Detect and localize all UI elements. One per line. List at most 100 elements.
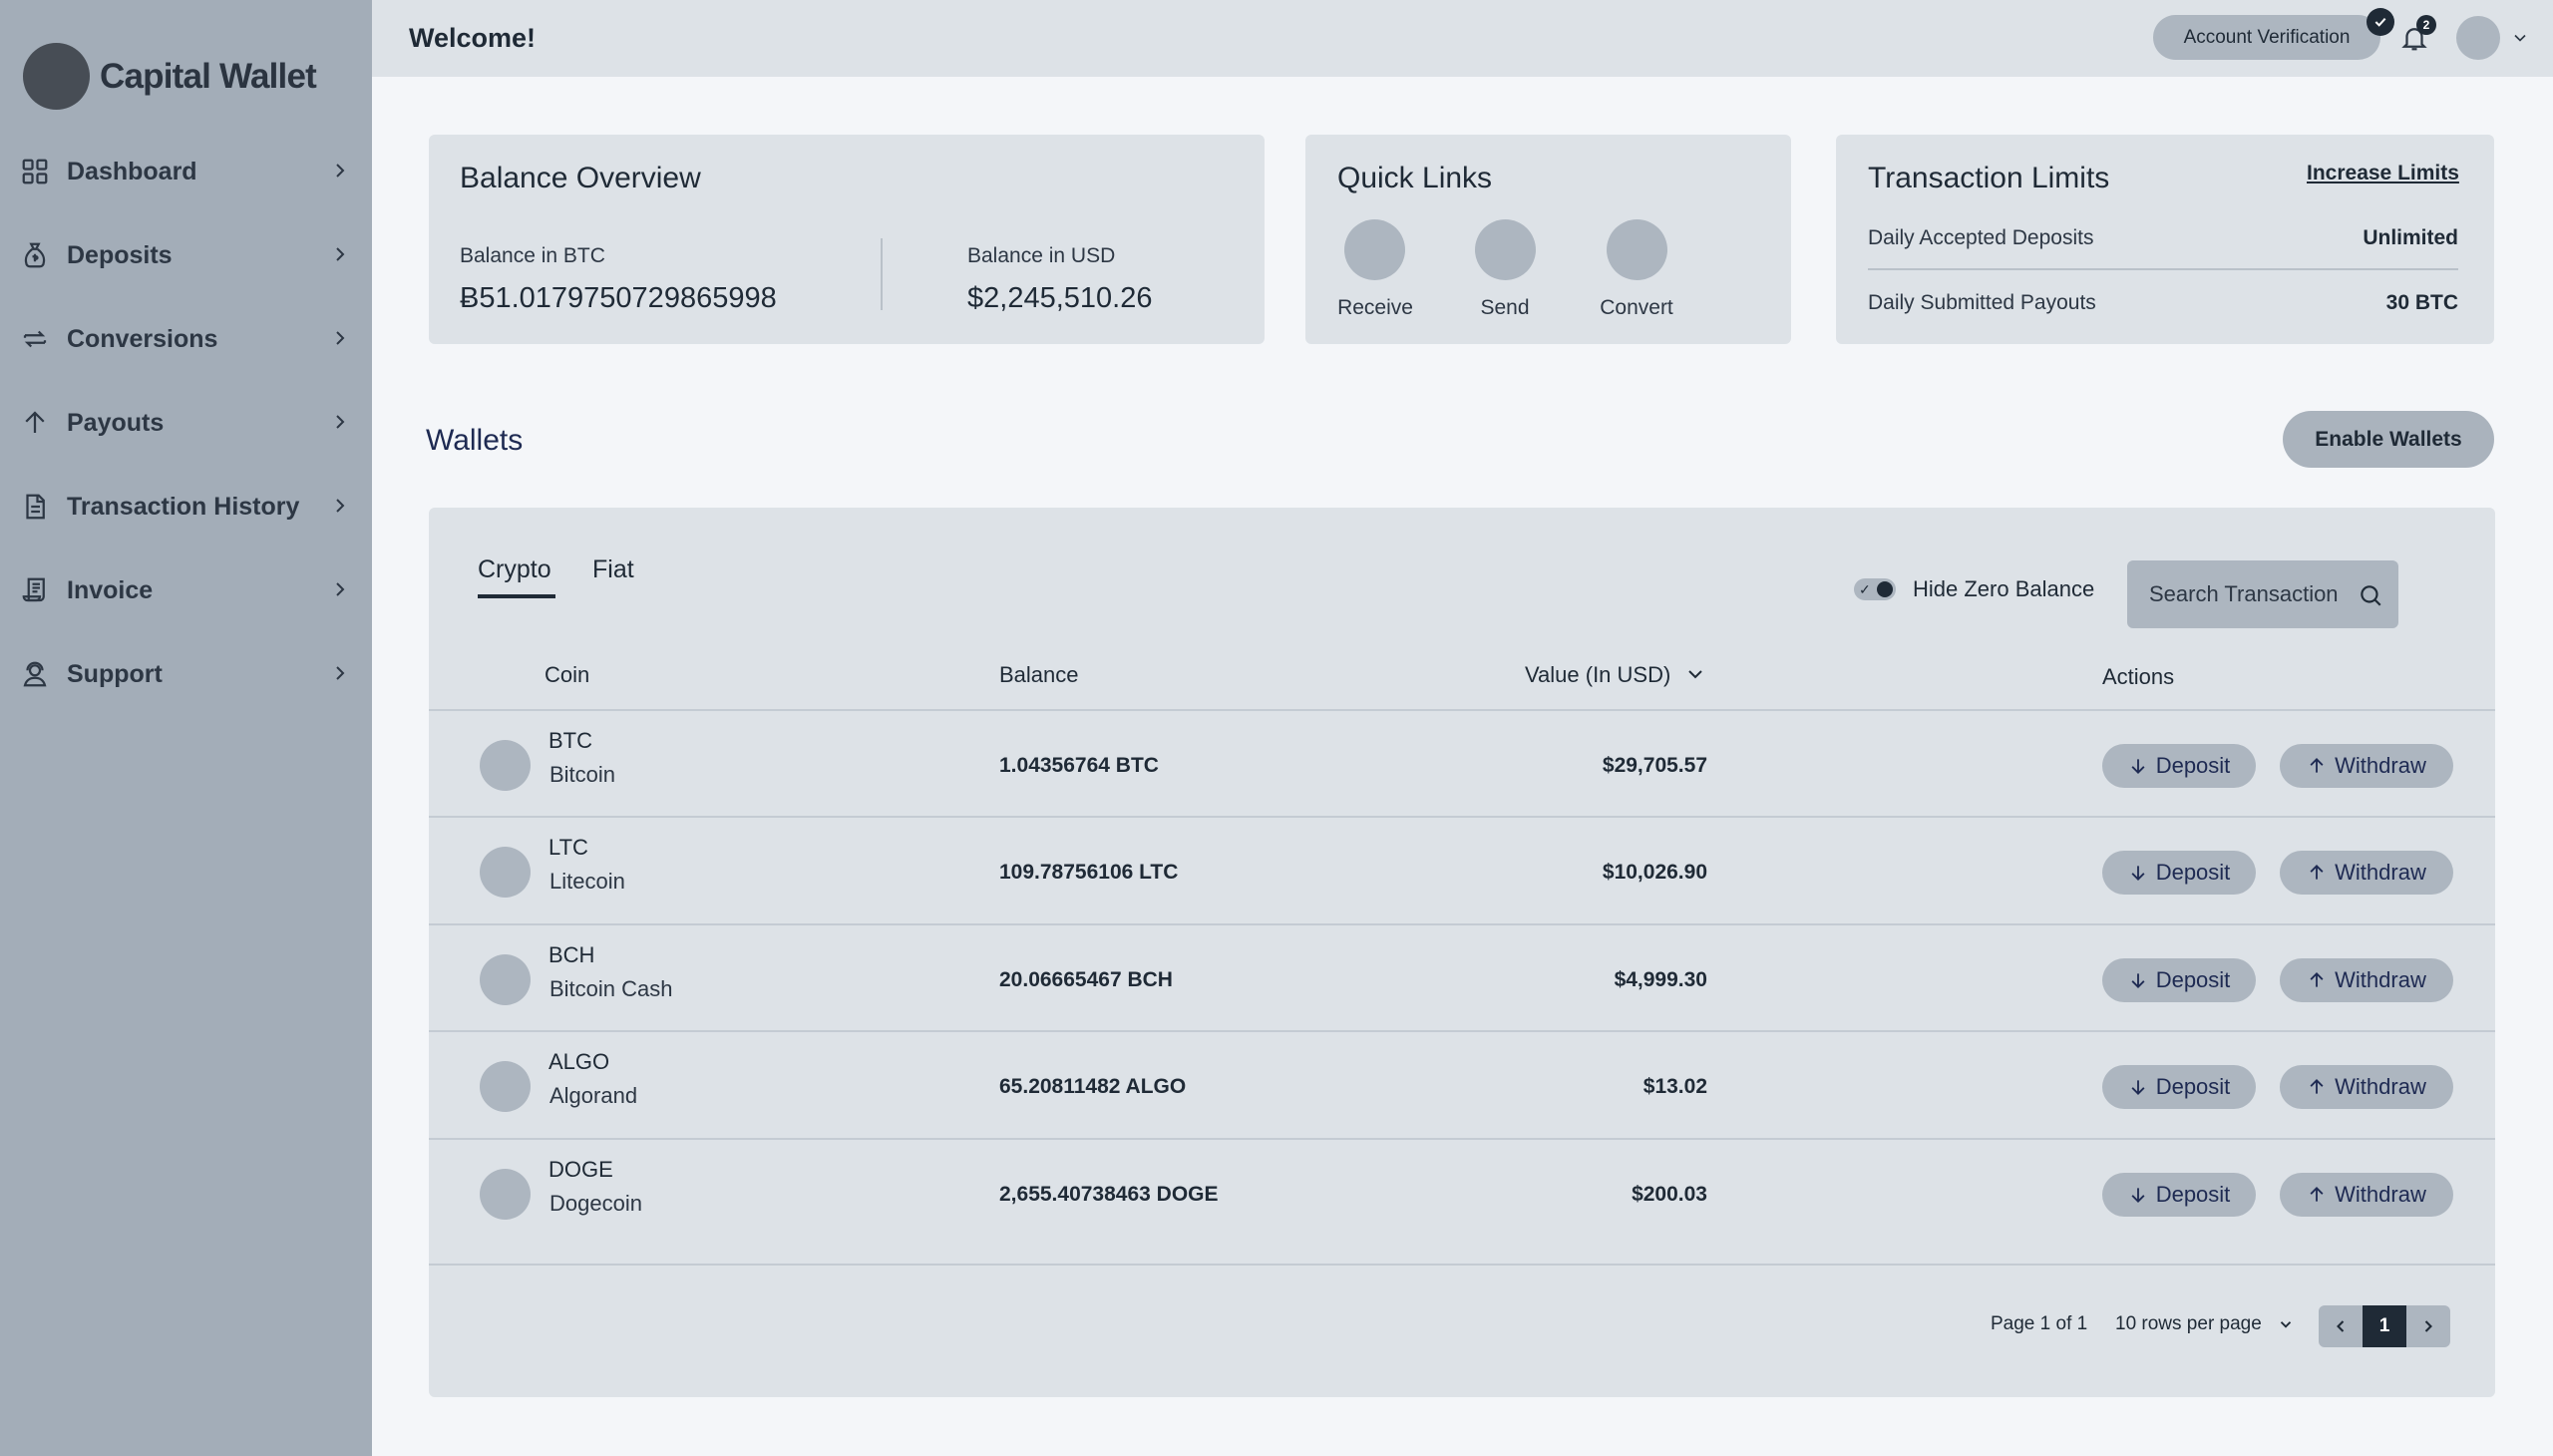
sidebar-item-label: Conversions	[67, 324, 218, 353]
top-header: Welcome! Account Verification 2	[372, 0, 2553, 77]
transaction-limits-card: Transaction Limits Increase Limits Daily…	[1836, 135, 2494, 344]
deposit-button[interactable]: Deposit	[2102, 1065, 2256, 1109]
brand-name: Capital Wallet	[100, 56, 317, 96]
chevron-down-icon[interactable]	[2510, 28, 2530, 48]
coin-balance: 1.04356764 BTC	[999, 754, 1159, 777]
coin-name: Bitcoin	[549, 762, 616, 787]
send-icon	[1475, 219, 1536, 280]
hide-zero-balance-label: Hide Zero Balance	[1913, 576, 2095, 601]
chevron-right-icon	[336, 331, 345, 345]
withdraw-button[interactable]: Withdraw	[2280, 1065, 2453, 1109]
sidebar-item-deposits[interactable]: Deposits	[0, 213, 372, 297]
withdraw-label: Withdraw	[2335, 1074, 2426, 1099]
coin-symbol: DOGE	[548, 1157, 613, 1182]
sidebar-item-label: Deposits	[67, 240, 173, 269]
withdraw-button[interactable]: Withdraw	[2280, 958, 2453, 1002]
sidebar-item-label: Transaction History	[67, 492, 300, 521]
tab-fiat[interactable]: Fiat	[592, 555, 634, 584]
coin-usd-value: $4,999.30	[1614, 968, 1707, 991]
arrow-up-icon	[2310, 865, 2324, 880]
withdraw-label: Withdraw	[2335, 967, 2426, 992]
logo[interactable]: Capital Wallet	[23, 43, 317, 110]
balance-overview-card: Balance Overview Balance in BTC Ƀ51.0179…	[429, 135, 1265, 344]
coin-symbol: LTC	[548, 835, 588, 860]
sidebar-item-payouts[interactable]: Payouts	[0, 381, 372, 465]
column-header-value[interactable]: Value (In USD)	[1525, 662, 1670, 688]
coin-icon	[480, 740, 531, 791]
quick-link-label: Receive	[1337, 296, 1413, 319]
withdraw-button[interactable]: Withdraw	[2280, 851, 2453, 895]
deposit-button[interactable]: Deposit	[2102, 744, 2256, 788]
coin-symbol: ALGO	[548, 1049, 610, 1074]
search-icon[interactable]	[2358, 582, 2383, 608]
arrow-up-icon	[2310, 758, 2324, 773]
withdraw-label: Withdraw	[2335, 1182, 2426, 1207]
prev-page-button[interactable]	[2319, 1305, 2363, 1347]
page-button-current[interactable]: 1	[2363, 1305, 2406, 1347]
enable-wallets-button[interactable]: Enable Wallets	[2283, 411, 2494, 468]
table-row: BTC Bitcoin 1.04356764 BTC $29,705.57 De…	[429, 711, 2495, 818]
next-page-button[interactable]	[2406, 1305, 2450, 1347]
withdraw-button[interactable]: Withdraw	[2280, 1173, 2453, 1217]
table-row: BCH Bitcoin Cash 20.06665467 BCH $4,999.…	[429, 925, 2495, 1032]
toggle-knob	[1877, 581, 1893, 597]
quick-link-label: Send	[1480, 296, 1530, 319]
sidebar-item-invoice[interactable]: Invoice	[0, 548, 372, 632]
coin-usd-value: $29,705.57	[1602, 754, 1707, 777]
verified-check-icon	[2367, 8, 2394, 36]
increase-limits-link[interactable]: Increase Limits	[2307, 162, 2459, 185]
arrow-down-icon	[2131, 973, 2145, 988]
convert-icon	[1607, 219, 1667, 280]
sidebar-item-label: Dashboard	[67, 157, 197, 185]
coin-name: Algorand	[549, 1083, 638, 1108]
account-verification-button[interactable]: Account Verification	[2153, 15, 2380, 60]
chevron-right-icon	[336, 666, 345, 680]
rows-per-page-select[interactable]: 10 rows per page	[2115, 1313, 2262, 1335]
notification-badge: 2	[2416, 15, 2436, 35]
coin-balance: 65.20811482 ALGO	[999, 1075, 1187, 1098]
sort-chevron-down-icon[interactable]	[1683, 662, 1707, 686]
arrow-down-icon	[2131, 759, 2145, 774]
withdraw-button[interactable]: Withdraw	[2280, 744, 2453, 788]
search-input[interactable]	[2149, 560, 2349, 628]
page-indicator: Page 1 of 1	[1991, 1313, 2088, 1334]
logo-mark	[23, 43, 90, 110]
hide-zero-balance-toggle[interactable]: ✓	[1854, 578, 1896, 600]
column-header-actions: Actions	[2102, 664, 2175, 689]
money-bag-icon	[20, 240, 50, 270]
sidebar-item-conversions[interactable]: Conversions	[0, 297, 372, 381]
arrow-up-icon	[2310, 1187, 2324, 1202]
coin-usd-value: $13.02	[1642, 1075, 1707, 1098]
avatar[interactable]	[2456, 16, 2500, 60]
sidebar-item-transaction-history[interactable]: Transaction History	[0, 465, 372, 548]
deposit-button[interactable]: Deposit	[2102, 1173, 2256, 1217]
sidebar: Capital Wallet Dashboard Deposits Conver…	[0, 0, 372, 1456]
arrow-down-icon	[2131, 1080, 2145, 1095]
check-icon: ✓	[1859, 581, 1871, 597]
sidebar-item-dashboard[interactable]: Dashboard	[0, 130, 372, 213]
coin-symbol: BCH	[548, 942, 595, 967]
tab-crypto[interactable]: Crypto	[478, 555, 551, 584]
support-agent-icon	[20, 659, 50, 689]
withdraw-label: Withdraw	[2335, 753, 2426, 778]
deposit-label: Deposit	[2155, 967, 2231, 992]
withdraw-label: Withdraw	[2335, 860, 2426, 885]
coin-icon	[480, 1169, 531, 1220]
coin-balance: 2,655.40738463 DOGE	[999, 1183, 1219, 1206]
deposit-label: Deposit	[2155, 1182, 2231, 1207]
wallets-title: Wallets	[426, 424, 524, 457]
convert-arrows-icon	[20, 324, 50, 354]
welcome-title: Welcome!	[409, 23, 537, 53]
divider	[881, 238, 883, 310]
deposit-button[interactable]: Deposit	[2102, 958, 2256, 1002]
coin-balance: 20.06665467 BCH	[999, 968, 1173, 991]
chevron-right-icon	[2424, 1320, 2432, 1332]
sidebar-item-support[interactable]: Support	[0, 632, 372, 716]
quick-link-label: Convert	[1600, 296, 1673, 319]
row-divider	[429, 1264, 2495, 1266]
arrow-up-icon	[2310, 1079, 2324, 1094]
deposit-button[interactable]: Deposit	[2102, 851, 2256, 895]
chevron-right-icon	[336, 582, 345, 596]
chevron-down-icon[interactable]	[2277, 1315, 2295, 1333]
divider	[1868, 268, 2458, 270]
